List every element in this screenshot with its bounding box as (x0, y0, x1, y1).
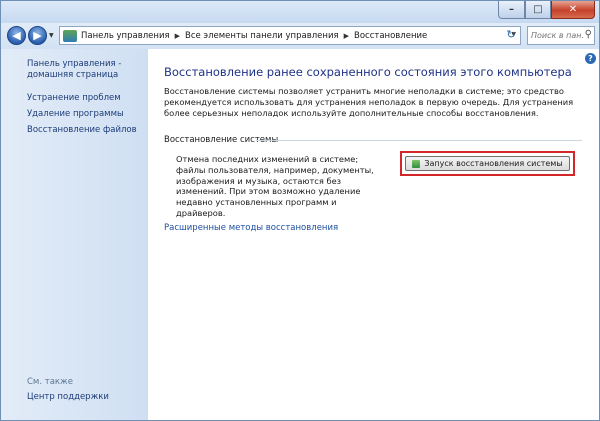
breadcrumb-control-panel[interactable]: Панель управления (81, 31, 170, 41)
sidebar-item-troubleshooting[interactable]: Устранение проблем (27, 93, 121, 104)
control-panel-icon (63, 29, 77, 42)
intro-text: Восстановление системы позволяет устрани… (164, 86, 574, 118)
control-panel-window: – □ ✕ ◀ ▶ ▼ Панель управления ▶ Все элем… (0, 0, 600, 421)
minimize-button[interactable]: – (498, 1, 525, 19)
recent-pages-dropdown-icon[interactable]: ▼ (49, 32, 54, 39)
address-bar[interactable]: Панель управления ▶ Все элементы панели … (59, 26, 521, 45)
system-restore-description: Отмена последних изменений в системе; фа… (176, 154, 374, 218)
close-button[interactable]: ✕ (551, 1, 595, 19)
search-icon[interactable]: ⚲ (585, 29, 592, 40)
page-title: Восстановление ранее сохраненного состоя… (164, 65, 572, 79)
sidebar-item-control-panel-home-line2[interactable]: домашняя страница (27, 70, 118, 81)
breadcrumb-separator-icon[interactable]: ▶ (175, 32, 180, 40)
breadcrumb-recovery[interactable]: Восстановление (354, 31, 427, 41)
highlight-outline: Запуск восстановления системы (400, 151, 575, 176)
see-also-heading: См. также (27, 377, 73, 387)
start-system-restore-label: Запуск восстановления системы (424, 159, 563, 168)
sidebar-item-restore-files[interactable]: Восстановление файлов (27, 125, 137, 136)
window-controls: – □ ✕ (498, 1, 595, 19)
sidebar-item-uninstall-program[interactable]: Удаление программы (27, 109, 124, 120)
back-button[interactable]: ◀ (7, 26, 26, 45)
start-system-restore-button[interactable]: Запуск восстановления системы (405, 156, 570, 171)
help-icon[interactable]: ? (585, 53, 596, 64)
forward-button[interactable]: ▶ (28, 26, 47, 45)
maximize-button[interactable]: □ (525, 1, 551, 19)
breadcrumb-separator-icon[interactable]: ▶ (344, 32, 349, 40)
sidebar-item-action-center[interactable]: Центр поддержки (27, 392, 109, 403)
search-box[interactable]: ⚲ (527, 26, 595, 45)
shield-icon (412, 159, 421, 168)
section-divider (256, 140, 582, 141)
main-content: ? Восстановление ранее сохраненного сост… (148, 49, 599, 420)
navigation-bar: ◀ ▶ ▼ Панель управления ▶ Все элементы п… (1, 23, 599, 49)
advanced-recovery-link[interactable]: Расширенные методы восстановления (164, 223, 338, 233)
refresh-icon[interactable]: ↻ (504, 29, 518, 41)
task-pane: Панель управления - домашняя страница Ус… (1, 49, 148, 420)
sidebar-item-control-panel-home[interactable]: Панель управления - (27, 59, 121, 70)
search-input[interactable] (531, 28, 583, 43)
breadcrumb-all-items[interactable]: Все элементы панели управления (185, 31, 339, 41)
title-bar[interactable]: – □ ✕ (1, 1, 599, 23)
